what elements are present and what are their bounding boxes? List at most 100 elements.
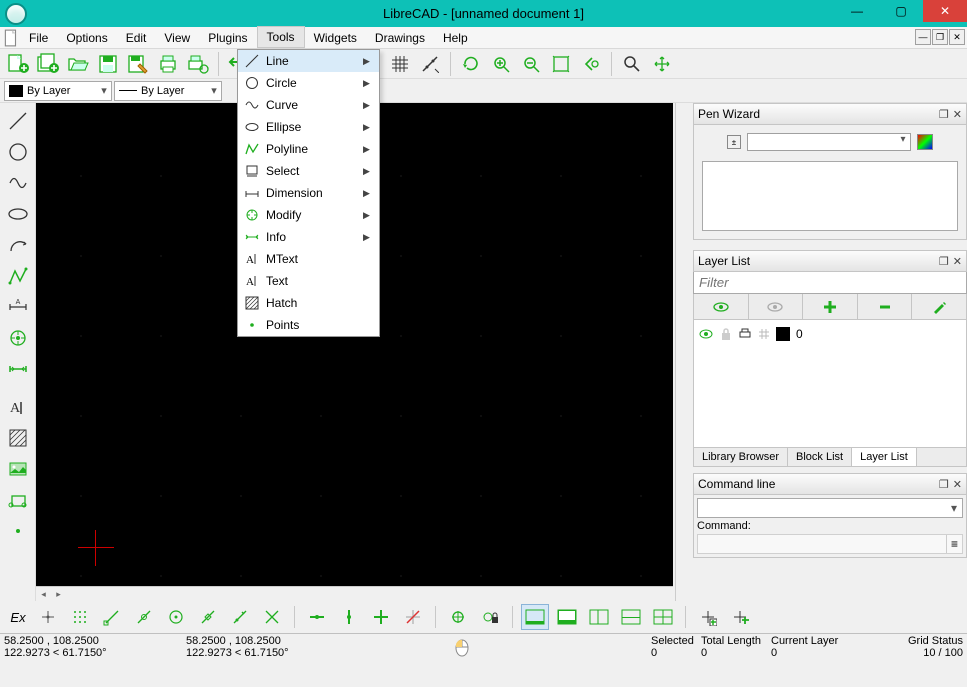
- menu-view[interactable]: View: [155, 27, 199, 48]
- tool-modify[interactable]: [3, 323, 33, 353]
- linetype-combo[interactable]: By Layer ▾: [114, 81, 222, 101]
- zoom-auto-button[interactable]: [547, 51, 575, 77]
- layer-show-all-button[interactable]: [694, 294, 749, 319]
- tool-points[interactable]: [3, 516, 33, 546]
- lock-relative-zero-button[interactable]: [476, 604, 504, 630]
- add-view-current-button[interactable]: [726, 604, 754, 630]
- open-button[interactable]: [64, 51, 92, 77]
- tools-menu-ellipse[interactable]: Ellipse▶: [238, 116, 379, 138]
- layer-color-swatch[interactable]: [776, 327, 790, 341]
- tool-hatch[interactable]: [3, 423, 33, 453]
- penwizard-set-btn[interactable]: ±: [727, 135, 741, 149]
- save-as-button[interactable]: [124, 51, 152, 77]
- snap-on-entity-button[interactable]: [130, 604, 158, 630]
- panel-splitter[interactable]: [673, 103, 693, 601]
- commandline-menu-button[interactable]: ≡: [946, 535, 962, 553]
- menu-drawings[interactable]: Drawings: [366, 27, 434, 48]
- tool-dimension[interactable]: A: [3, 292, 33, 322]
- commandline-history-combo[interactable]: ▾: [697, 498, 963, 518]
- tools-menu-hatch[interactable]: Hatch: [238, 292, 379, 314]
- menu-help[interactable]: Help: [434, 27, 477, 48]
- tab-block-list[interactable]: Block List: [788, 448, 852, 466]
- penwizard-header[interactable]: Pen Wizard ❐✕: [693, 103, 967, 125]
- menu-file[interactable]: File: [20, 27, 57, 48]
- undock-icon[interactable]: ❐: [939, 478, 949, 491]
- menu-widgets[interactable]: Widgets: [305, 27, 366, 48]
- restrict-orthogonal-button[interactable]: [367, 604, 395, 630]
- layer-row[interactable]: 0: [698, 324, 962, 344]
- zoom-pan-button[interactable]: [648, 51, 676, 77]
- save-button[interactable]: [94, 51, 122, 77]
- snap-grid-button[interactable]: [66, 604, 94, 630]
- toggle-grid-button[interactable]: [386, 51, 414, 77]
- exclusive-snap-button[interactable]: Ex: [6, 604, 30, 630]
- snap-center-button[interactable]: [162, 604, 190, 630]
- window-close-button[interactable]: ✕: [923, 0, 967, 22]
- canvas-h-scrollbar[interactable]: [36, 586, 673, 601]
- mdi-minimize-button[interactable]: —: [915, 29, 931, 45]
- layer-hide-all-button[interactable]: [749, 294, 804, 319]
- snap-distance-button[interactable]: [226, 604, 254, 630]
- construction-icon[interactable]: [758, 328, 770, 340]
- undock-icon[interactable]: ❐: [939, 108, 949, 121]
- tool-ellipse[interactable]: [3, 199, 33, 229]
- tool-circle[interactable]: [3, 137, 33, 167]
- tool-mtext[interactable]: A: [3, 392, 33, 422]
- tab-maximized-button[interactable]: [553, 604, 581, 630]
- undock-icon[interactable]: ❐: [939, 255, 949, 268]
- layer-edit-button[interactable]: [912, 294, 966, 319]
- window-maximize-button[interactable]: ▢: [879, 0, 923, 22]
- zoom-in-button[interactable]: [487, 51, 515, 77]
- restrict-horizontal-button[interactable]: [303, 604, 331, 630]
- lock-icon[interactable]: [720, 327, 732, 341]
- layerlist-header[interactable]: Layer List ❐✕: [693, 250, 967, 272]
- tool-block[interactable]: [3, 485, 33, 515]
- zoom-previous-button[interactable]: [577, 51, 605, 77]
- zoom-out-button[interactable]: [517, 51, 545, 77]
- zoom-redraw-button[interactable]: [457, 51, 485, 77]
- layerlist-filter-input[interactable]: [693, 272, 967, 294]
- print-preview-button[interactable]: [184, 51, 212, 77]
- commandline-header[interactable]: Command line ❐✕: [693, 473, 967, 495]
- layerlist-list[interactable]: 0: [693, 320, 967, 448]
- snap-endpoint-button[interactable]: [98, 604, 126, 630]
- new-from-template-button[interactable]: [34, 51, 62, 77]
- new-button[interactable]: [4, 51, 32, 77]
- tools-menu-circle[interactable]: Circle▶: [238, 72, 379, 94]
- menu-edit[interactable]: Edit: [117, 27, 156, 48]
- tool-curve[interactable]: [3, 168, 33, 198]
- zoom-window-button[interactable]: [618, 51, 646, 77]
- add-view-button[interactable]: [694, 604, 722, 630]
- tab-cascade-button[interactable]: [585, 604, 613, 630]
- tools-menu-text[interactable]: AText: [238, 270, 379, 292]
- tool-image[interactable]: [3, 454, 33, 484]
- tools-menu-select[interactable]: Select▶: [238, 160, 379, 182]
- menu-plugins[interactable]: Plugins: [199, 27, 256, 48]
- menu-tools[interactable]: Tools: [257, 26, 305, 48]
- close-icon[interactable]: ✕: [953, 255, 962, 268]
- menu-options[interactable]: Options: [57, 27, 116, 48]
- mdi-close-button[interactable]: ✕: [949, 29, 965, 45]
- set-relative-zero-button[interactable]: [444, 604, 472, 630]
- layer-add-button[interactable]: [803, 294, 858, 319]
- tool-polyline[interactable]: [3, 261, 33, 291]
- tab-layer-list[interactable]: Layer List: [852, 448, 917, 466]
- layer-color-combo[interactable]: By Layer ▾: [4, 81, 112, 101]
- tab-library-browser[interactable]: Library Browser: [694, 448, 788, 466]
- tools-menu-line[interactable]: Line▶: [238, 50, 379, 72]
- snap-free-button[interactable]: [34, 604, 62, 630]
- tools-menu-points[interactable]: Points: [238, 314, 379, 336]
- snap-middle-button[interactable]: [194, 604, 222, 630]
- print-button[interactable]: [154, 51, 182, 77]
- tools-menu-mtext[interactable]: AMText: [238, 248, 379, 270]
- tools-menu-polyline[interactable]: Polyline▶: [238, 138, 379, 160]
- restrict-nothing-button[interactable]: [399, 604, 427, 630]
- commandline-output[interactable]: ≡: [697, 534, 963, 554]
- mdi-restore-button[interactable]: ❐: [932, 29, 948, 45]
- penwizard-color-combo[interactable]: ▾: [747, 133, 911, 151]
- close-icon[interactable]: ✕: [953, 478, 962, 491]
- print-icon[interactable]: [738, 327, 752, 341]
- toggle-draft-button[interactable]: [416, 51, 444, 77]
- tool-line[interactable]: [3, 106, 33, 136]
- tools-menu-modify[interactable]: Modify▶: [238, 204, 379, 226]
